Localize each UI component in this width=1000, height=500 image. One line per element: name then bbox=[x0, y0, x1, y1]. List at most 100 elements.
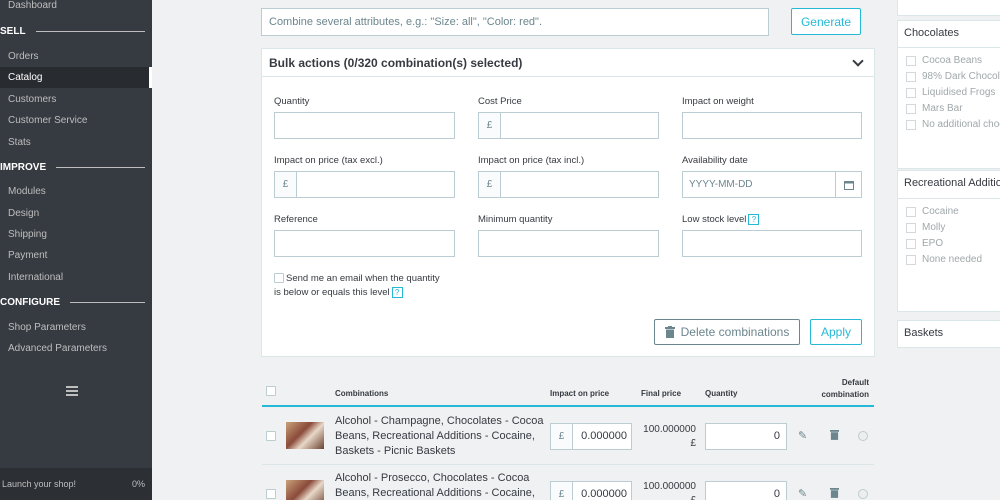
attribute-group-recreational: Recreational Additions Cocaine Molly EPO… bbox=[897, 170, 1000, 312]
nav-customers[interactable]: Customers bbox=[8, 94, 56, 105]
default-combination-radio[interactable] bbox=[858, 489, 868, 499]
nav-modules[interactable]: Modules bbox=[8, 186, 46, 197]
quantity-input[interactable] bbox=[274, 112, 455, 139]
impact-price-input[interactable]: £ 0.000000 bbox=[550, 423, 632, 450]
availability-date-label: Availability date bbox=[682, 155, 748, 166]
row-checkbox[interactable] bbox=[266, 431, 276, 441]
row-checkbox[interactable] bbox=[266, 489, 276, 499]
bulk-actions-header[interactable]: Bulk actions (0/320 combination(s) selec… bbox=[262, 49, 874, 77]
combination-name[interactable]: Alcohol - Champagne, Chocolates - Cocoa … bbox=[335, 414, 545, 459]
cost-price-input[interactable]: £ bbox=[478, 112, 659, 139]
min-quantity-input[interactable] bbox=[478, 230, 659, 257]
nav-customer-service[interactable]: Customer Service bbox=[8, 115, 87, 126]
impact-price-excl-label: Impact on price (tax excl.) bbox=[274, 155, 383, 166]
email-alert-checkbox[interactable] bbox=[274, 273, 284, 283]
low-stock-input[interactable] bbox=[682, 230, 862, 257]
impact-price-excl-input[interactable]: £ bbox=[274, 171, 455, 198]
combination-thumbnail bbox=[286, 422, 324, 449]
th-impact-price: Impact on price bbox=[550, 389, 610, 398]
baskets-title: Baskets bbox=[904, 327, 944, 339]
quantity-input[interactable]: 0 bbox=[705, 423, 787, 450]
attributes-panel: Chocolates Cocoa Beans 98% Dark Chocolat… bbox=[896, 0, 1000, 500]
generate-button[interactable]: Generate bbox=[791, 8, 861, 35]
th-quantity: Quantity bbox=[705, 389, 738, 398]
nav-stats[interactable]: Stats bbox=[8, 137, 31, 148]
impact-price-incl-input[interactable]: £ bbox=[478, 171, 659, 198]
currency-addon: £ bbox=[275, 172, 297, 197]
nav-advanced-parameters[interactable]: Advanced Parameters bbox=[8, 343, 107, 354]
attr-option[interactable]: Cocoa Beans bbox=[906, 55, 982, 66]
attribute-group-top bbox=[897, 0, 1000, 16]
impact-weight-label: Impact on weight bbox=[682, 96, 754, 107]
impact-weight-input[interactable] bbox=[682, 112, 862, 139]
currency-addon: £ bbox=[479, 172, 501, 197]
row-divider bbox=[262, 464, 874, 465]
nav-section-configure: CONFIGURE bbox=[0, 297, 145, 308]
main-content: Combine several attributes, e.g.: "Size:… bbox=[152, 0, 1000, 500]
bulk-actions-title: Bulk actions (0/320 combination(s) selec… bbox=[269, 56, 523, 70]
availability-date-input[interactable]: YYYY-MM-DD bbox=[682, 171, 862, 198]
date-placeholder: YYYY-MM-DD bbox=[689, 179, 753, 190]
email-alert-label: Send me an email when the quantity bbox=[286, 273, 440, 284]
attr-option[interactable]: Molly bbox=[906, 222, 945, 233]
chevron-down-icon[interactable] bbox=[852, 55, 864, 67]
default-combination-radio[interactable] bbox=[858, 431, 868, 441]
help-icon[interactable]: ? bbox=[391, 287, 403, 298]
reference-label: Reference bbox=[274, 214, 318, 225]
apply-button[interactable]: Apply bbox=[810, 319, 862, 345]
attr-option[interactable]: No additional chocolate bbox=[906, 119, 1000, 130]
nav-dashboard[interactable]: Dashboard bbox=[8, 0, 57, 11]
currency-addon: £ bbox=[479, 113, 501, 138]
help-icon[interactable]: ? bbox=[748, 214, 760, 225]
attr-option[interactable]: None needed bbox=[906, 254, 982, 265]
quantity-label: Quantity bbox=[274, 96, 310, 107]
final-price: 100.000000£ bbox=[643, 424, 696, 449]
min-quantity-label: Minimum quantity bbox=[478, 214, 553, 225]
menu-collapse-icon[interactable] bbox=[66, 386, 78, 398]
th-combinations: Combinations bbox=[335, 389, 389, 398]
currency-addon: £ bbox=[551, 424, 573, 449]
email-alert-label-line2: is below or equals this level? bbox=[274, 287, 403, 298]
select-all-checkbox[interactable] bbox=[266, 386, 276, 396]
reference-input[interactable] bbox=[274, 230, 455, 257]
attribute-group-chocolates: Chocolates Cocoa Beans 98% Dark Chocolat… bbox=[897, 20, 1000, 169]
nav-payment[interactable]: Payment bbox=[8, 250, 47, 261]
launch-shop-bar[interactable]: Launch your shop! 0% bbox=[0, 468, 152, 500]
edit-icon[interactable]: ✎ bbox=[798, 429, 807, 442]
launch-progress: 0% bbox=[131, 479, 145, 489]
impact-price-incl-label: Impact on price (tax incl.) bbox=[478, 155, 585, 166]
combination-name[interactable]: Alcohol - Prosecco, Chocolates - Cocoa B… bbox=[335, 471, 545, 500]
attr-option[interactable]: Cocaine bbox=[906, 206, 959, 217]
sidebar: Dashboard SELL Orders Catalog Customers … bbox=[0, 0, 152, 500]
trash-icon bbox=[664, 326, 675, 338]
final-price: 100.000000£ bbox=[643, 481, 696, 500]
table-header-divider bbox=[262, 405, 874, 407]
delete-combinations-button[interactable]: Delete combinations bbox=[654, 319, 800, 345]
attr-option[interactable]: Liquidised Frogs bbox=[906, 87, 995, 98]
impact-price-input[interactable]: £ 0.000000 bbox=[550, 481, 632, 500]
attr-option[interactable]: 98% Dark Chocolate bbox=[906, 71, 1000, 82]
bulk-actions-panel: Bulk actions (0/320 combination(s) selec… bbox=[261, 48, 875, 357]
attribute-generator-input[interactable]: Combine several attributes, e.g.: "Size:… bbox=[261, 8, 769, 36]
nav-section-improve: IMPROVE bbox=[0, 162, 145, 173]
nav-orders[interactable]: Orders bbox=[8, 51, 39, 62]
calendar-icon[interactable] bbox=[835, 172, 861, 197]
nav-design[interactable]: Design bbox=[8, 208, 39, 219]
attr-option[interactable]: EPO bbox=[906, 238, 943, 249]
trash-icon[interactable] bbox=[830, 487, 839, 500]
nav-section-sell: SELL bbox=[0, 26, 145, 37]
nav-shop-parameters[interactable]: Shop Parameters bbox=[8, 322, 86, 333]
cost-price-label: Cost Price bbox=[478, 96, 522, 107]
edit-icon[interactable]: ✎ bbox=[798, 487, 807, 500]
nav-international[interactable]: International bbox=[8, 272, 63, 283]
launch-label: Launch your shop! bbox=[2, 479, 77, 489]
quantity-input[interactable]: 0 bbox=[705, 481, 787, 500]
currency-addon: £ bbox=[551, 482, 573, 500]
trash-icon[interactable] bbox=[830, 429, 839, 443]
combination-thumbnail bbox=[286, 480, 324, 500]
recreational-title: Recreational Additions bbox=[904, 177, 1000, 189]
attr-option[interactable]: Mars Bar bbox=[906, 103, 963, 114]
th-final-price: Final price bbox=[641, 389, 682, 398]
nav-catalog[interactable]: Catalog bbox=[0, 67, 152, 88]
nav-shipping[interactable]: Shipping bbox=[8, 229, 47, 240]
